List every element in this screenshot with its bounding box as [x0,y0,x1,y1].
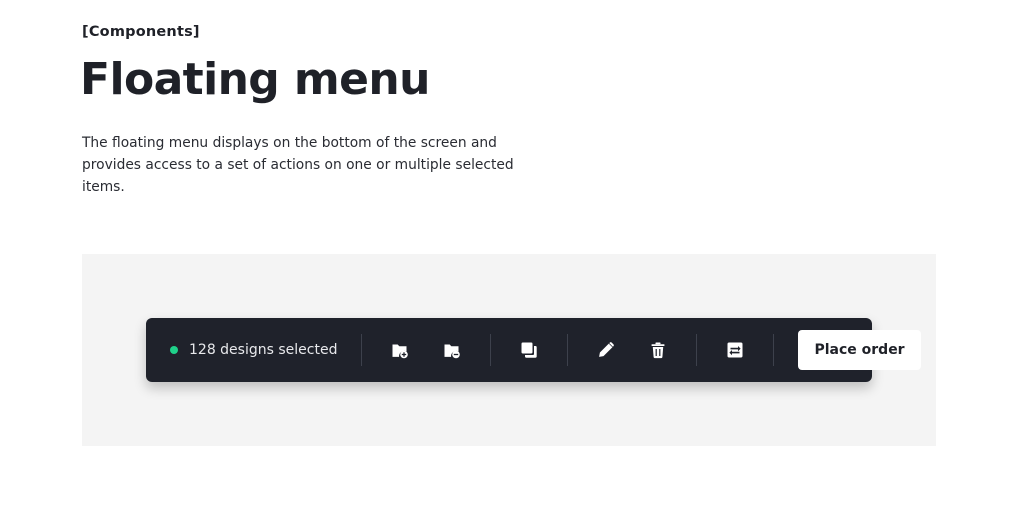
pencil-icon [599,342,615,357]
menu-divider [361,334,363,366]
selection-count: 128 designs selected [189,342,338,358]
trash-icon [651,342,665,359]
menu-divider [567,334,569,366]
floating-menu: 128 designs selected Place order [146,318,921,382]
menu-divider [490,334,492,366]
page: [Components] Floating menu The floating … [0,0,1020,528]
add-to-folder-button[interactable] [374,318,426,382]
folder-add-icon [392,344,409,359]
swap-icon [727,342,743,358]
menu-divider [773,334,775,366]
delete-button[interactable] [632,318,684,382]
menu-divider [696,334,698,366]
page-description: The floating menu displays on the bottom… [82,135,514,195]
selection-status: 128 designs selected [146,318,361,382]
section-eyebrow: [Components] [82,24,200,40]
demo-area: 128 designs selected Place order [82,254,936,446]
page-title: Floating menu [80,54,430,105]
status-dot [170,346,178,354]
remove-from-folder-button[interactable] [426,318,478,382]
edit-button[interactable] [580,318,632,382]
folder-remove-icon [444,344,461,359]
swap-button[interactable] [709,318,761,382]
place-order-button[interactable]: Place order [798,330,921,370]
duplicate-button[interactable] [503,318,555,382]
duplicate-icon [521,342,538,358]
